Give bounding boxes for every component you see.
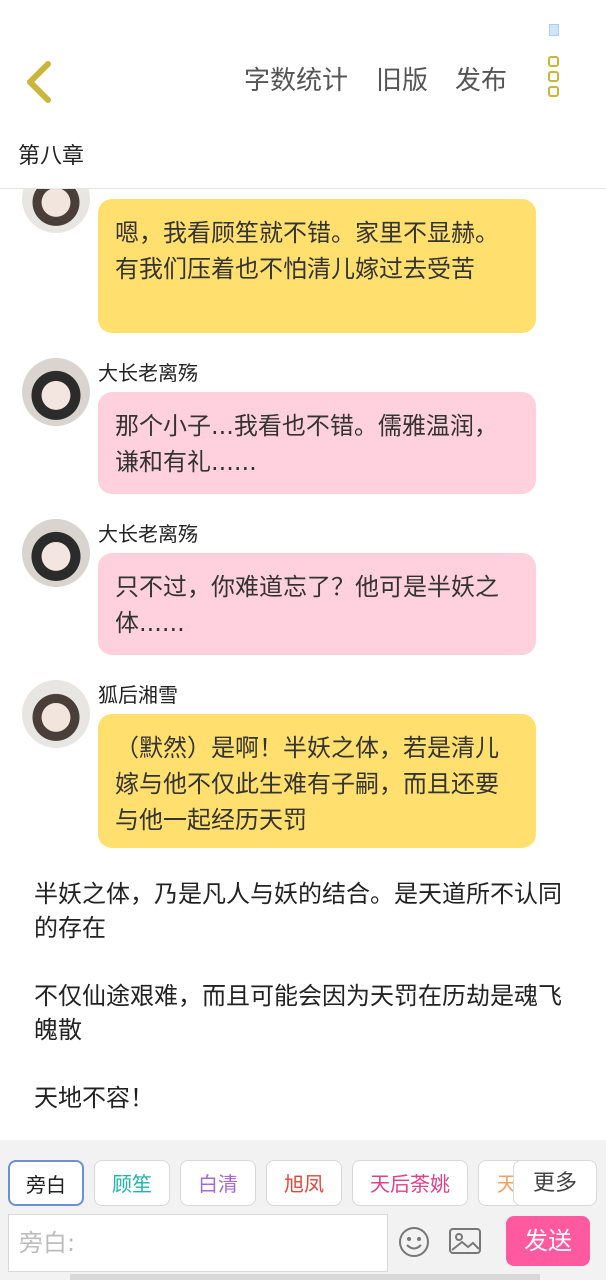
role-chip-narrator[interactable]: 旁白: [8, 1160, 84, 1206]
narration-text: 天地不容！: [34, 1084, 154, 1112]
emoji-icon[interactable]: [398, 1226, 430, 1258]
composer-panel: 旁白 顾笙 白清 旭凤 天后荼姚 天 更多 旁白: 发送: [0, 1140, 606, 1280]
avatar: [22, 519, 90, 587]
image-icon[interactable]: [448, 1226, 482, 1256]
bottom-gesture-bar: [70, 1274, 540, 1280]
narration-text: 半妖之体，乃是凡人与妖的结合。是天道所不认同的存在: [34, 880, 562, 942]
role-chip-gusheng[interactable]: 顾笙: [94, 1160, 170, 1206]
back-arrow-icon[interactable]: [18, 58, 62, 106]
narration-text: 不仅仙途艰难，而且可能会因为天罚在历劫是魂飞魄散: [34, 982, 562, 1044]
send-button[interactable]: 发送: [506, 1216, 590, 1266]
top-bar: 字数统计 旧版 发布: [0, 52, 606, 112]
role-chip-baiqing[interactable]: 白清: [180, 1160, 256, 1206]
more-options-icon[interactable]: [548, 56, 568, 106]
avatar: [22, 358, 90, 426]
chat-bubble: 嗯，我看顾笙就不错。家里不显赫。有我们压着也不怕清儿嫁过去受苦: [98, 199, 536, 333]
message-input[interactable]: 旁白:: [8, 1214, 388, 1272]
chat-area: 嗯，我看顾笙就不错。家里不显赫。有我们压着也不怕清儿嫁过去受苦 大长老离殇 那个…: [0, 189, 606, 1139]
avatar: [22, 680, 90, 748]
word-count-button[interactable]: 字数统计: [244, 64, 348, 98]
status-notification-icon: [549, 24, 559, 36]
sender-name: 大长老离殇: [98, 522, 198, 546]
publish-button[interactable]: 发布: [455, 64, 507, 98]
role-chip-tianhou-tuyao[interactable]: 天后荼姚: [352, 1160, 468, 1206]
more-roles-button[interactable]: 更多: [513, 1160, 597, 1206]
avatar: [22, 189, 90, 233]
chat-bubble: 只不过，你难道忘了？他可是半妖之体......: [98, 553, 536, 655]
chat-bubble: （默然）是啊！半妖之体，若是清儿嫁与他不仅此生难有子嗣，而且还要与他一起经历天罚: [98, 714, 536, 848]
chat-bubble: 那个小子...我看也不错。儒雅温润，谦和有礼......: [98, 392, 536, 494]
old-version-button[interactable]: 旧版: [376, 64, 428, 98]
sender-name: 大长老离殇: [98, 361, 198, 385]
sender-name: 狐后湘雪: [98, 683, 178, 707]
chapter-title: 第八章: [18, 144, 85, 169]
role-chip-xufeng[interactable]: 旭凤: [266, 1160, 342, 1206]
